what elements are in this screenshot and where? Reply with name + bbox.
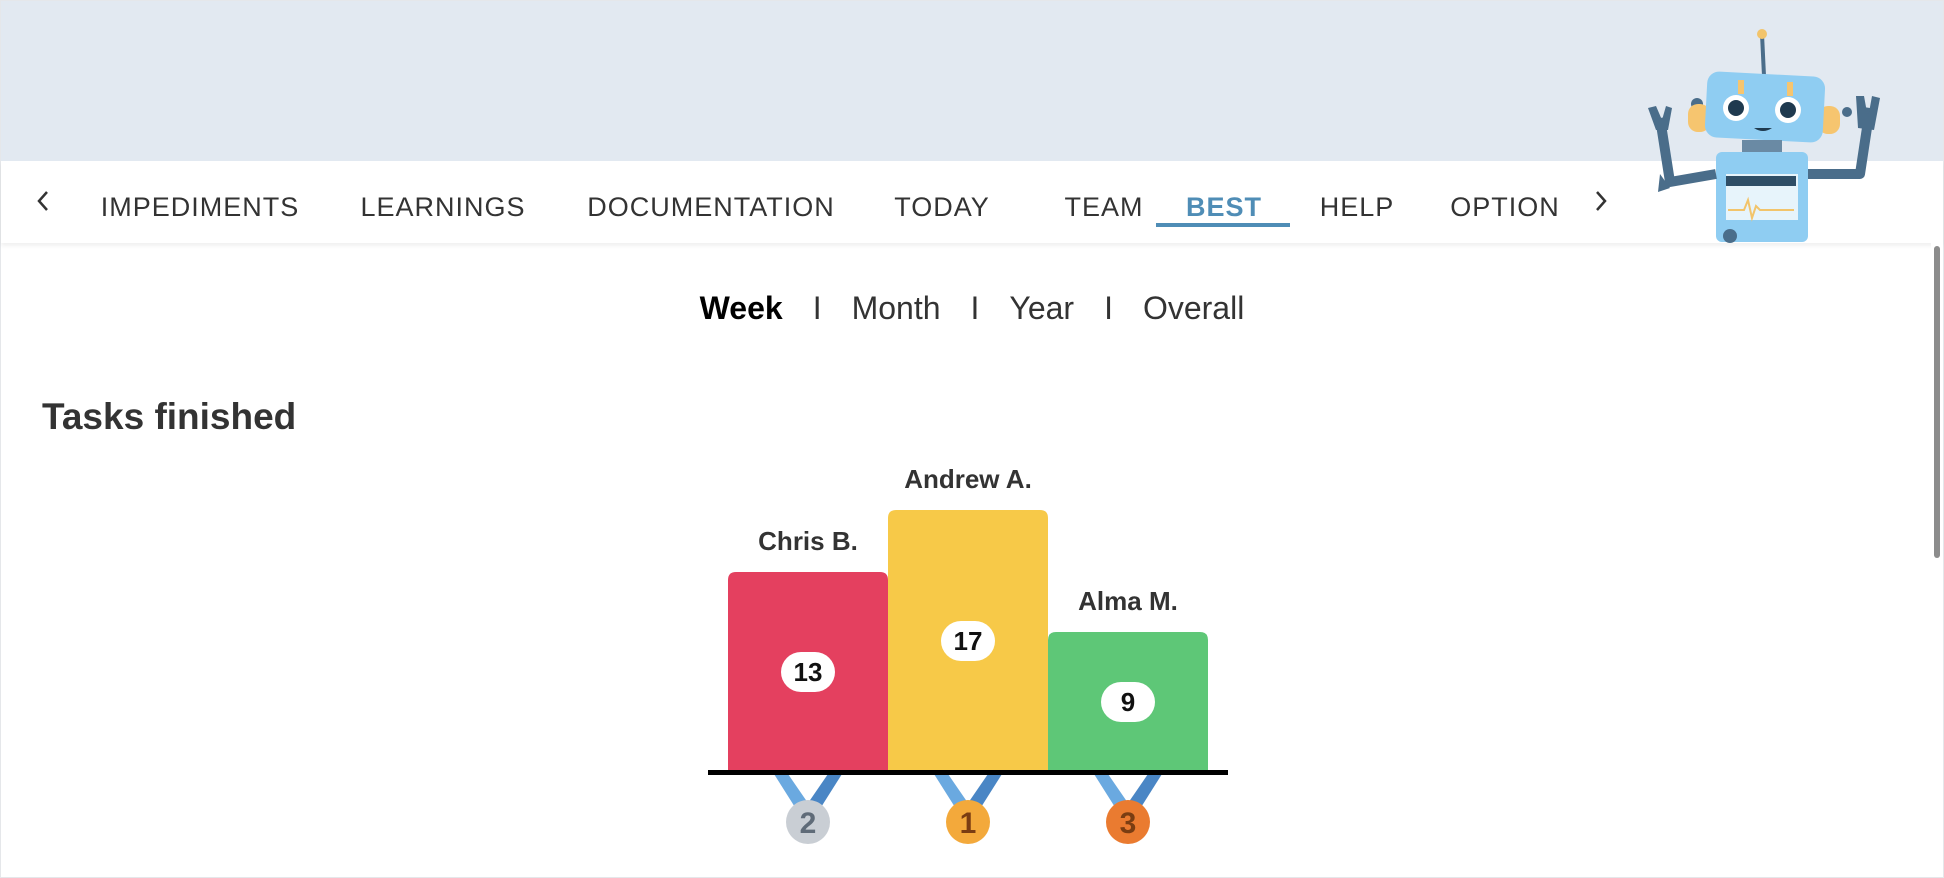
bar-name-label: Andrew A. [904,464,1032,494]
nav-scroll-right-button[interactable] [1581,181,1621,221]
robot-mascot-icon [1648,29,1880,243]
tab-documentation[interactable]: DOCUMENTATION [584,191,838,237]
active-tab-indicator [1156,223,1290,227]
section-title: Tasks finished [42,396,297,437]
bar-value-label: 9 [1121,687,1135,717]
period-overall[interactable]: Overall [1143,290,1244,327]
tab-best[interactable]: BEST [1176,191,1272,237]
bar-value-label: 13 [794,657,823,687]
period-year[interactable]: Year [1009,290,1074,327]
medal-rank-label: 3 [1120,807,1137,840]
tab-learnings[interactable]: LEARNINGS [358,191,528,237]
podium-chart: 13 Chris B. 2 17 Andrew A. 1 9 Alma M. 3 [708,464,1228,844]
tab-team[interactable]: TEAM [1046,191,1162,237]
tab-option[interactable]: OPTION [1449,191,1561,237]
tab-impediments[interactable]: IMPEDIMENTS [99,191,301,237]
period-separator: I [812,290,822,326]
medal-rank-label: 2 [800,807,817,840]
bar-name-label: Chris B. [758,526,858,556]
medal-rank-label: 1 [960,807,977,840]
tab-help[interactable]: HELP [1317,191,1397,237]
podium-baseline [708,770,1228,775]
scrollbar-thumb[interactable] [1934,246,1940,558]
period-week[interactable]: Week [700,290,783,327]
nav-scroll-left-button[interactable] [23,181,63,221]
bar-name-label: Alma M. [1078,586,1178,616]
chevron-left-icon [37,191,48,211]
chevron-right-icon [1596,191,1607,211]
period-month[interactable]: Month [852,290,941,327]
period-separator: I [970,290,980,326]
period-separator: I [1104,290,1113,326]
bar-value-label: 17 [954,626,983,656]
period-selector: Week I Month I Year I Overall [0,290,1944,327]
tab-today[interactable]: TODAY [892,191,992,237]
